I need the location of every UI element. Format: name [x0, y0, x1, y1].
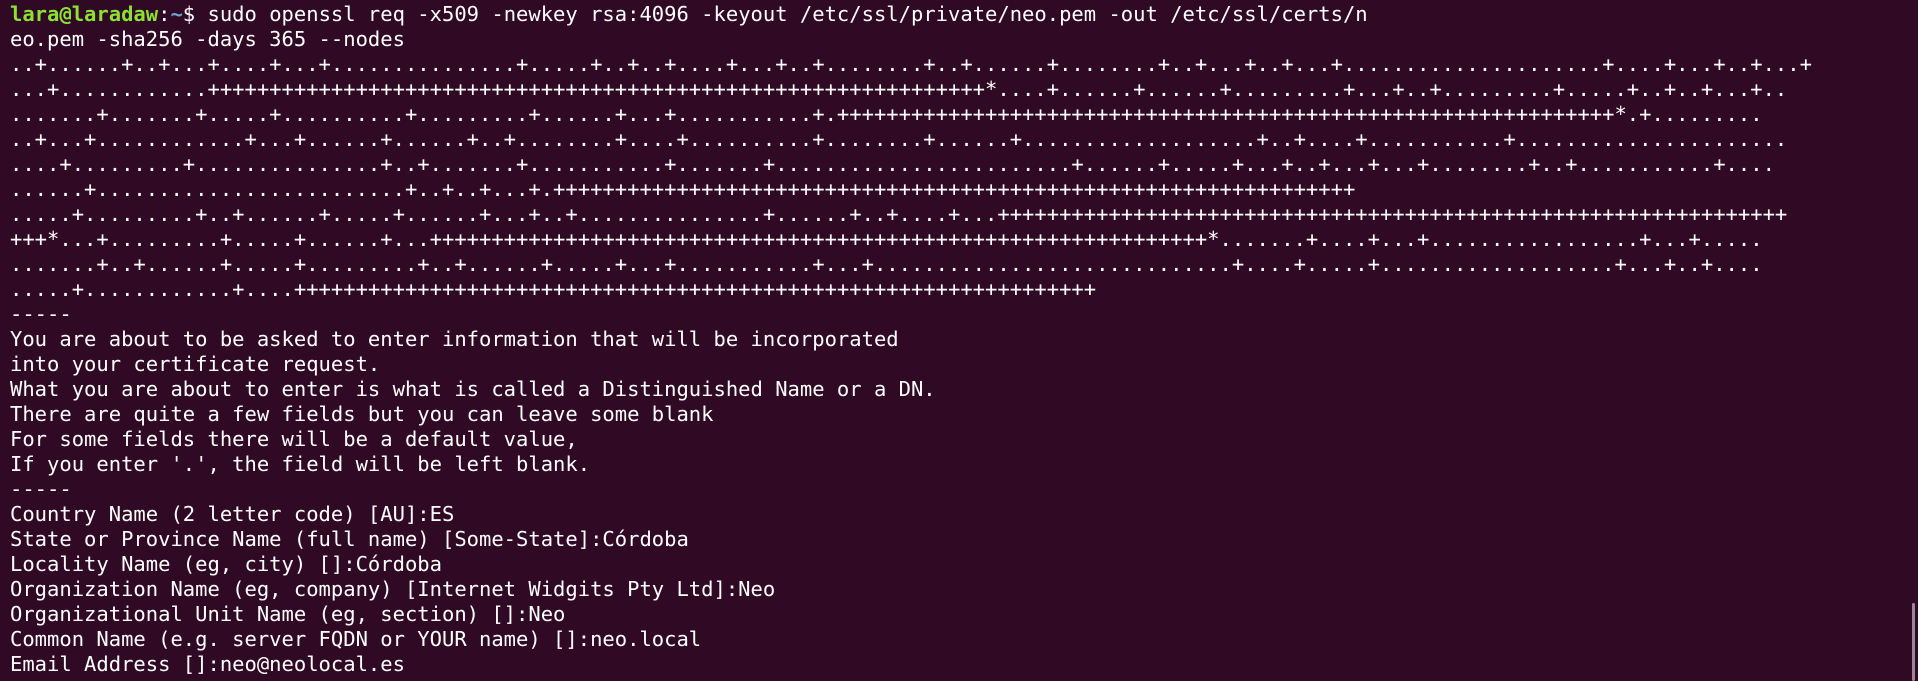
info-line: What you are about to enter is what is c…: [10, 377, 936, 401]
terminal-window[interactable]: lara@laradaw:~$ sudo openssl req -x509 -…: [0, 0, 1918, 681]
output-separator: -----: [10, 477, 72, 501]
dn-organization-line: Organization Name (eg, company) [Interne…: [10, 577, 776, 601]
dn-common-name-line: Common Name (e.g. server FQDN or YOUR na…: [10, 627, 702, 651]
dn-country-line: Country Name (2 letter code) [AU]:ES: [10, 502, 455, 526]
info-line: For some fields there will be a default …: [10, 427, 578, 451]
keygen-progress-line: ..+......+..+...+....+...+..............…: [10, 52, 1812, 76]
dn-locality-line: Locality Name (eg, city) []:Córdoba: [10, 552, 442, 576]
keygen-progress-line: .....+.........+..+......+.....+......+.…: [10, 202, 1788, 226]
command-prompt-line: lara@laradaw:~$ sudo openssl req -x509 -…: [10, 2, 1908, 27]
dn-state-line: State or Province Name (full name) [Some…: [10, 527, 689, 551]
dn-org-unit-line: Organizational Unit Name (eg, section) […: [10, 602, 566, 626]
command-continuation-line: eo.pem -sha256 -days 365 --nodes: [10, 27, 405, 51]
info-line: If you enter '.', the field will be left…: [10, 452, 591, 476]
prompt-cwd: ~: [170, 2, 183, 26]
prompt-symbol: $: [182, 2, 208, 26]
keygen-progress-line: ......+.........................+..+..+.…: [10, 177, 1356, 201]
info-line: into your certificate request.: [10, 352, 381, 376]
keygen-progress-line: +++*...+.........+.....+......+...++++++…: [10, 227, 1763, 251]
prompt-user-host: lara@laradaw: [10, 2, 159, 26]
info-line: There are quite a few fields but you can…: [10, 402, 714, 426]
info-line: You are about to be asked to enter infor…: [10, 327, 899, 351]
keygen-progress-line: ..+...+............+...+......+......+..…: [10, 127, 1788, 151]
keygen-progress-line: .......+.......+.....+..........+.......…: [10, 102, 1763, 126]
keygen-progress-line: .......+..+......+.....+.........+..+...…: [10, 252, 1763, 276]
scrollbar-thumb[interactable]: [1912, 603, 1915, 681]
dn-email-line: Email Address []:neo@neolocal.es: [10, 652, 405, 676]
keygen-progress-line: .....+............+....+++++++++++++++++…: [10, 277, 1097, 301]
keygen-progress-line: ...+............++++++++++++++++++++++++…: [10, 77, 1788, 101]
keygen-progress-line: ....+.........+...............+..+......…: [10, 152, 1775, 176]
command-text: sudo openssl req -x509 -newkey rsa:4096 …: [207, 2, 1368, 26]
prompt-separator: :: [158, 2, 171, 26]
output-separator: -----: [10, 302, 72, 326]
